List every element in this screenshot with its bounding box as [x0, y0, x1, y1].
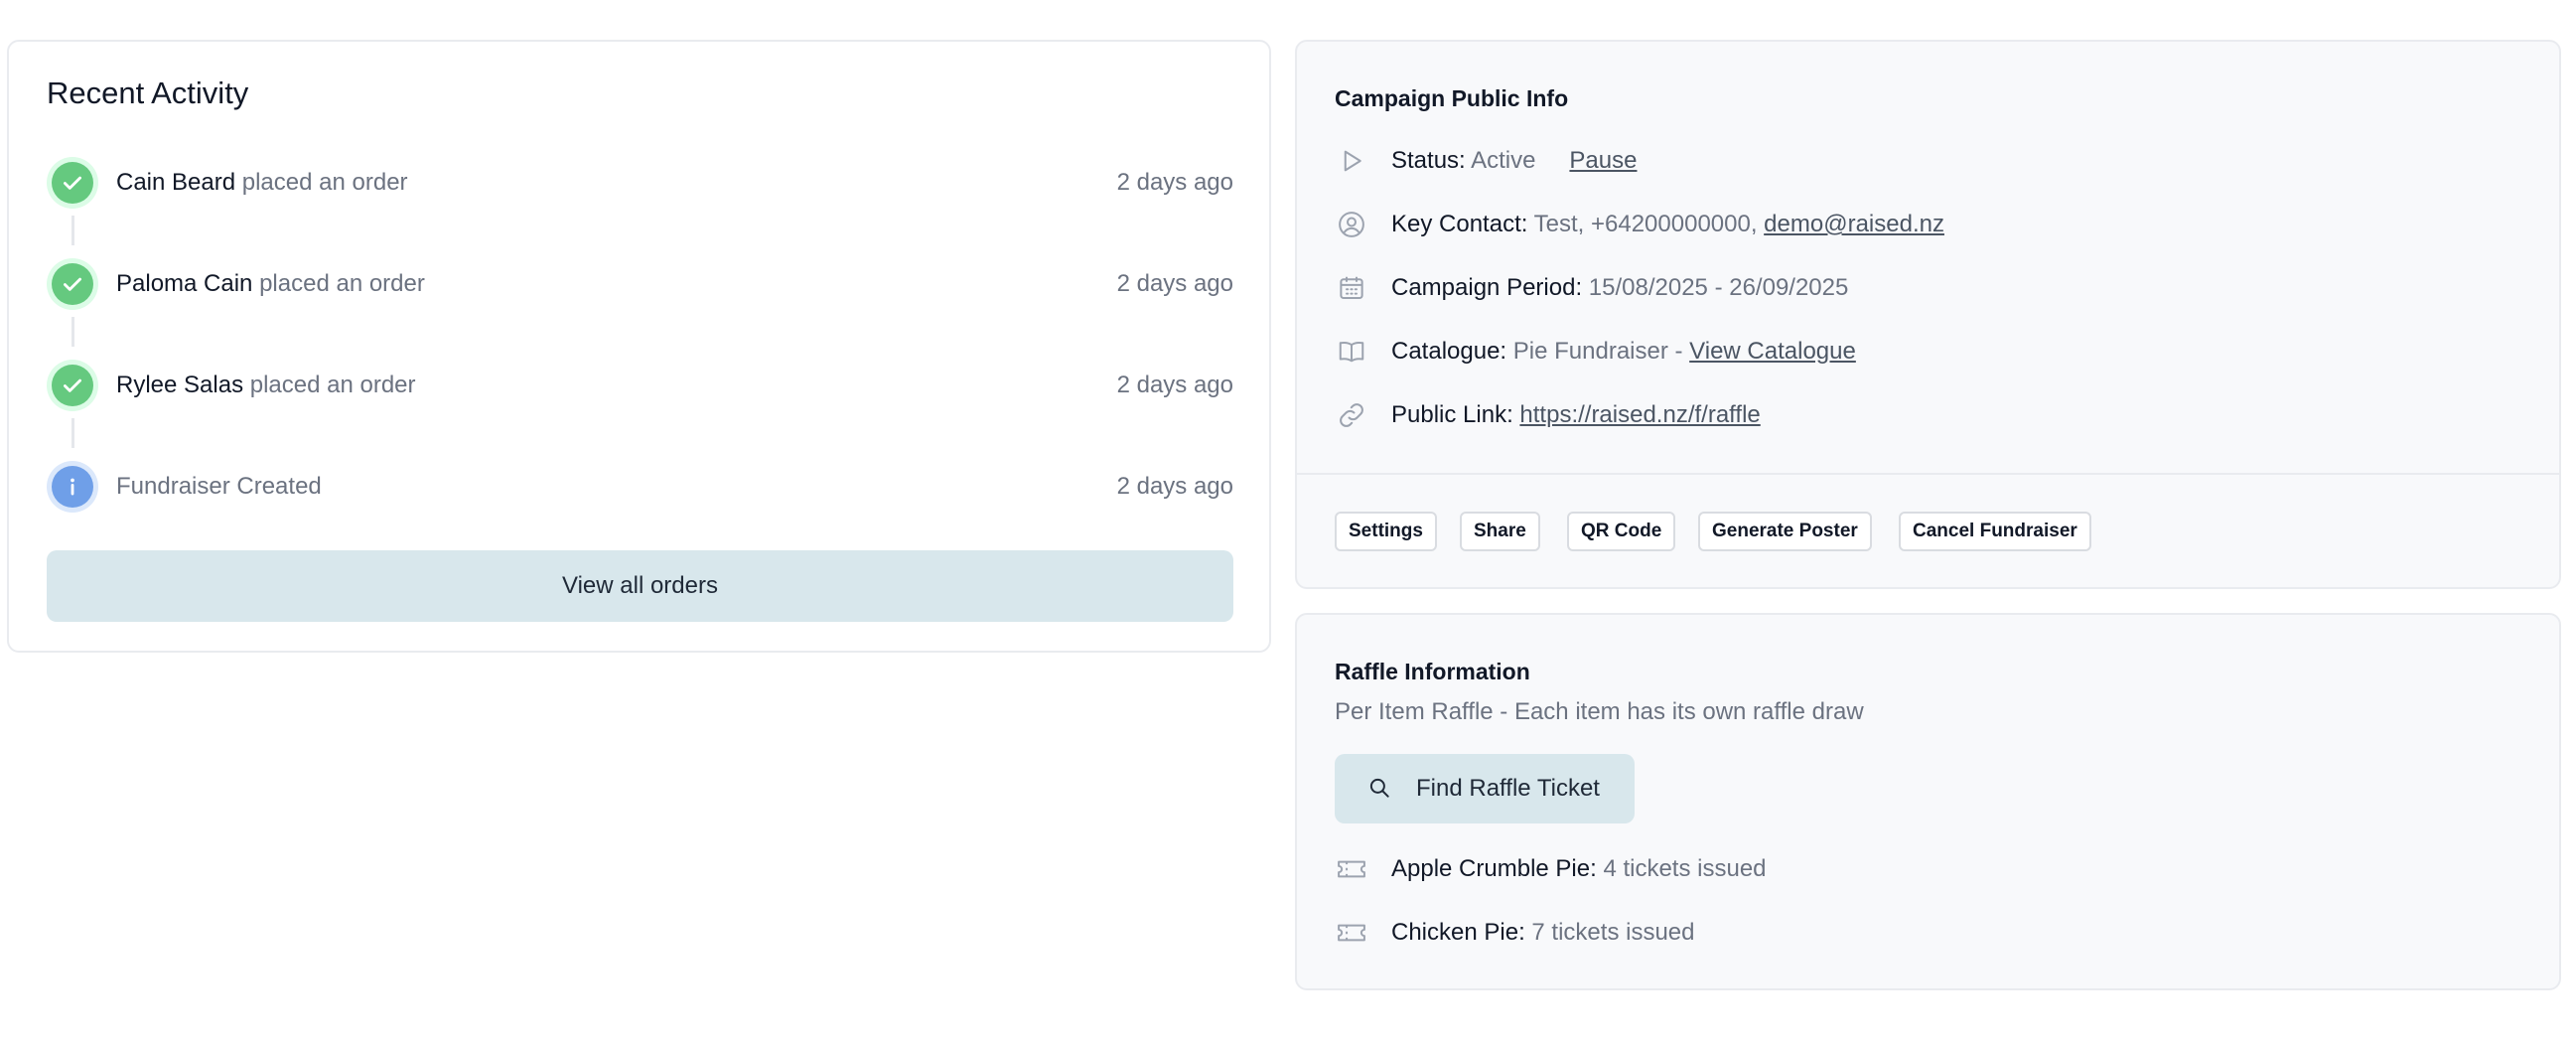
- campaign-period-row: Campaign Period: 15/08/2025 - 26/09/2025: [1335, 268, 1848, 308]
- search-icon: [1366, 775, 1392, 804]
- status-value: Active: [1471, 147, 1536, 174]
- raffle-item-name: Chicken Pie:: [1391, 919, 1525, 946]
- key-contact-label: Key Contact:: [1391, 211, 1528, 237]
- activity-item: Paloma Cain placed an order 2 days ago: [47, 258, 1233, 310]
- campaign-public-info-card: Campaign Public Info Status: Active Pause…: [1295, 40, 2561, 589]
- timeline-connector: [72, 418, 74, 448]
- find-raffle-ticket-label: Find Raffle Ticket: [1416, 775, 1600, 802]
- play-icon: [1335, 144, 1368, 178]
- generate-poster-button[interactable]: Generate Poster: [1698, 512, 1872, 551]
- view-all-orders-button[interactable]: View all orders: [47, 550, 1233, 622]
- check-circle-icon: [47, 258, 98, 310]
- raffle-item-name: Apple Crumble Pie:: [1391, 855, 1597, 882]
- key-contact-row: Key Contact: Test, +64200000000, demo@ra…: [1335, 205, 1944, 244]
- info-circle-icon: [47, 461, 98, 513]
- raffle-item-row: Chicken Pie: 7 tickets issued: [1335, 913, 1694, 953]
- recent-activity-card: Recent Activity Cain Beard placed an ord…: [7, 40, 1271, 653]
- check-circle-icon: [47, 157, 98, 209]
- ticket-icon: [1335, 852, 1368, 886]
- timeline-connector: [72, 317, 74, 347]
- timeline-connector: [72, 216, 74, 245]
- activity-user-name: Paloma Cain: [116, 270, 253, 297]
- user-circle-icon: [1335, 208, 1368, 241]
- catalogue-label: Catalogue:: [1391, 338, 1507, 365]
- link-icon: [1335, 398, 1368, 432]
- catalogue-value: Pie Fundraiser -: [1512, 338, 1683, 365]
- activity-item: Fundraiser Created 2 days ago: [47, 461, 1233, 513]
- activity-action: Fundraiser Created: [116, 473, 322, 500]
- public-link-label: Public Link:: [1391, 401, 1513, 428]
- public-link-url[interactable]: https://raised.nz/f/raffle: [1519, 401, 1760, 428]
- share-button[interactable]: Share: [1460, 512, 1540, 551]
- public-link-row: Public Link: https://raised.nz/f/raffle: [1335, 395, 1761, 435]
- activity-time: 2 days ago: [1116, 270, 1233, 297]
- qr-code-button[interactable]: QR Code: [1567, 512, 1676, 551]
- divider: [1297, 473, 2559, 475]
- find-raffle-ticket-button[interactable]: Find Raffle Ticket: [1335, 754, 1635, 823]
- campaign-info-title: Campaign Public Info: [1335, 85, 1569, 111]
- recent-activity-title: Recent Activity: [47, 75, 249, 110]
- catalogue-row: Catalogue: Pie Fundraiser - View Catalog…: [1335, 332, 1856, 372]
- contact-email-link[interactable]: demo@raised.nz: [1764, 211, 1944, 237]
- activity-item: Cain Beard placed an order 2 days ago: [47, 157, 1233, 209]
- book-open-icon: [1335, 335, 1368, 369]
- activity-action: placed an order: [249, 372, 416, 398]
- status-row: Status: Active Pause: [1335, 141, 1637, 181]
- raffle-info-title: Raffle Information: [1335, 659, 1530, 684]
- check-circle-icon: [47, 360, 98, 411]
- raffle-item-tickets: 7 tickets issued: [1531, 919, 1695, 946]
- activity-time: 2 days ago: [1116, 169, 1233, 196]
- activity-item: Rylee Salas placed an order 2 days ago: [47, 360, 1233, 411]
- pause-link[interactable]: Pause: [1569, 147, 1637, 174]
- calendar-icon: [1335, 271, 1368, 305]
- raffle-item-tickets: 4 tickets issued: [1603, 855, 1767, 882]
- campaign-period-label: Campaign Period:: [1391, 274, 1583, 301]
- ticket-icon: [1335, 916, 1368, 950]
- raffle-description: Per Item Raffle - Each item has its own …: [1335, 698, 1864, 725]
- activity-action: placed an order: [259, 270, 425, 297]
- raffle-information-card: Raffle Information Per Item Raffle - Eac…: [1295, 613, 2561, 990]
- cancel-fundraiser-button[interactable]: Cancel Fundraiser: [1899, 512, 2091, 551]
- activity-user-name: Cain Beard: [116, 169, 236, 196]
- activity-user-name: Rylee Salas: [116, 372, 244, 398]
- activity-action: placed an order: [241, 169, 408, 196]
- raffle-item-row: Apple Crumble Pie: 4 tickets issued: [1335, 849, 1767, 889]
- settings-button[interactable]: Settings: [1335, 512, 1437, 551]
- key-contact-value: Test, +64200000000,: [1533, 211, 1758, 237]
- status-label: Status:: [1391, 147, 1466, 174]
- campaign-period-value: 15/08/2025 - 26/09/2025: [1588, 274, 1849, 301]
- activity-time: 2 days ago: [1116, 372, 1233, 398]
- view-catalogue-link[interactable]: View Catalogue: [1689, 338, 1856, 365]
- activity-time: 2 days ago: [1116, 473, 1233, 500]
